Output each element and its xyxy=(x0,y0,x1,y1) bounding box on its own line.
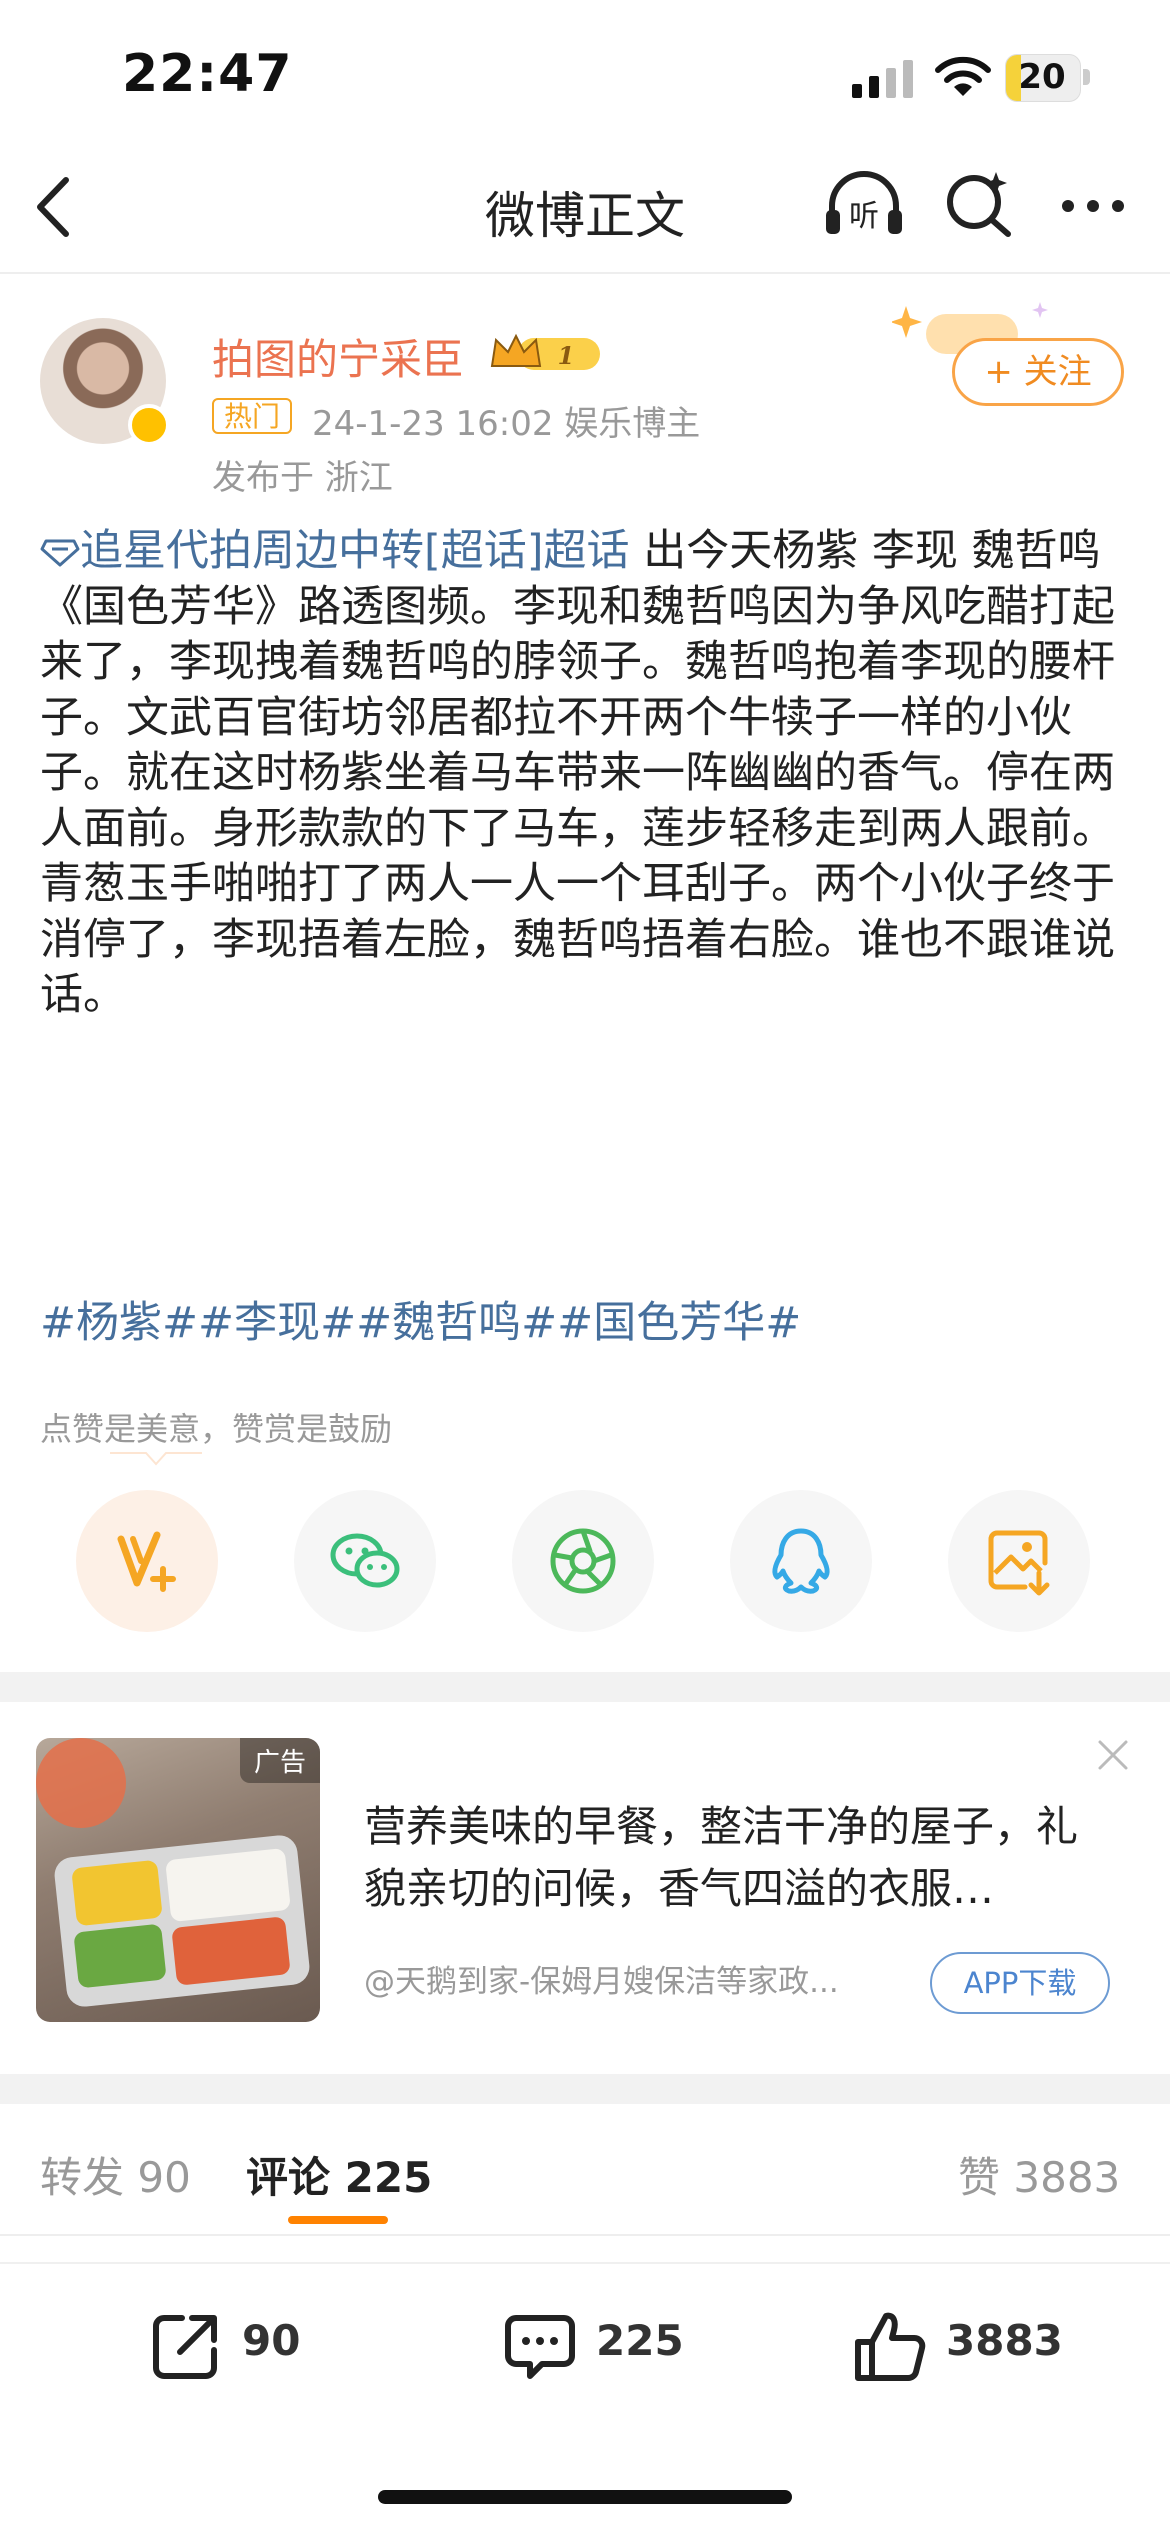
comment-icon xyxy=(505,2315,575,2379)
follow-button[interactable]: + 关注 xyxy=(952,338,1124,406)
repost-button[interactable]: 90 xyxy=(146,2306,306,2392)
nav-divider xyxy=(0,272,1170,274)
reward-hint: 点赞是美意，赞赏是鼓励 xyxy=(40,1410,393,1448)
tab-comments-label: 评论 xyxy=(246,2153,331,2202)
reward-tooltip-pointer xyxy=(110,1452,202,1466)
share-wechat-button[interactable] xyxy=(294,1490,436,1632)
share-qq-button[interactable] xyxy=(730,1490,872,1632)
save-image-icon xyxy=(988,1530,1050,1596)
thumbs-up-icon xyxy=(855,2312,926,2381)
more-options-icon[interactable] xyxy=(1058,196,1128,216)
tab-likes-count: 3883 xyxy=(1013,2153,1121,2202)
wifi-icon xyxy=(935,56,991,96)
repost-icon xyxy=(153,2315,217,2379)
section-separator xyxy=(0,1672,1170,1702)
tab-reposts-label: 转发 xyxy=(40,2153,125,2202)
status-time: 22:47 xyxy=(122,44,293,104)
moments-icon xyxy=(550,1528,616,1594)
vip-crown-badge-icon[interactable]: 1 xyxy=(488,330,606,378)
post-meta: 24-1-23 16:02 娱乐博主 xyxy=(312,404,701,444)
tab-comments-count: 225 xyxy=(344,2153,433,2202)
listen-label: 听 xyxy=(849,199,879,234)
wechat-icon xyxy=(330,1533,400,1588)
ad-image[interactable]: 广告 xyxy=(36,1738,320,2022)
share-moments-button[interactable] xyxy=(512,1490,654,1632)
active-tab-indicator xyxy=(288,2216,388,2224)
app-download-button[interactable]: APP下载 xyxy=(930,1952,1110,2014)
author-name[interactable]: 拍图的宁采臣 xyxy=(212,326,464,387)
battery-percent: 20 xyxy=(1018,57,1066,97)
search-icon[interactable] xyxy=(944,168,1016,240)
ad-source: @天鹅到家-保姆月嫂保洁等家政... xyxy=(364,1964,839,2000)
vip-level: 1 xyxy=(558,341,575,370)
tab-reposts-count: 90 xyxy=(137,2153,191,2202)
like-count: 3883 xyxy=(946,2316,1063,2365)
tab-likes-label: 赞 xyxy=(958,2153,1001,2202)
reward-v-icon xyxy=(117,1531,176,1592)
post-body: 追星代拍周边中转[超话]超话 出今天杨紫 李现 魏哲鸣《国色芳华》路透图频。李现… xyxy=(40,524,1130,1024)
reward-button[interactable] xyxy=(76,1490,218,1632)
save-image-button[interactable] xyxy=(948,1490,1090,1632)
battery-indicator: 20 xyxy=(1005,54,1093,102)
super-topic-link[interactable]: 追星代拍周边中转[超话]超话 xyxy=(80,526,630,576)
comment-button[interactable]: 225 xyxy=(500,2306,684,2392)
tab-likes[interactable]: 赞 3883 xyxy=(958,2144,1120,2205)
ad-label: 广告 xyxy=(239,1738,320,1783)
home-indicator xyxy=(378,2490,792,2504)
verified-badge-icon xyxy=(128,404,170,446)
tab-reposts[interactable]: 转发 90 xyxy=(40,2144,191,2205)
hashtags[interactable]: #杨紫##李现##魏哲鸣##国色芳华# xyxy=(40,1288,801,1350)
qq-icon xyxy=(772,1528,830,1594)
tab-comments[interactable]: 评论 225 xyxy=(246,2144,432,2205)
post-location: 发布于 浙江 xyxy=(212,458,393,498)
post-text: 出今天杨紫 李现 魏哲鸣《国色芳华》路透图频。李现和魏哲鸣因为争风吃醋打起来了，… xyxy=(40,526,1115,1020)
super-topic-diamond-icon xyxy=(40,539,80,567)
ad-title[interactable]: 营养美味的早餐，整洁干净的屋子，礼貌亲切的问候，香气四溢的衣服… xyxy=(364,1796,1094,1920)
listen-headphones-icon[interactable]: 听 xyxy=(822,168,906,240)
cellular-signal-icon xyxy=(852,60,913,98)
like-button[interactable]: 3883 xyxy=(850,2306,1063,2392)
repost-count: 90 xyxy=(242,2316,301,2365)
tab-divider xyxy=(0,2234,1170,2236)
close-icon[interactable] xyxy=(1092,1734,1134,1776)
section-separator xyxy=(0,2074,1170,2104)
comment-count: 225 xyxy=(596,2316,684,2365)
hot-tag: 热门 xyxy=(212,398,293,434)
